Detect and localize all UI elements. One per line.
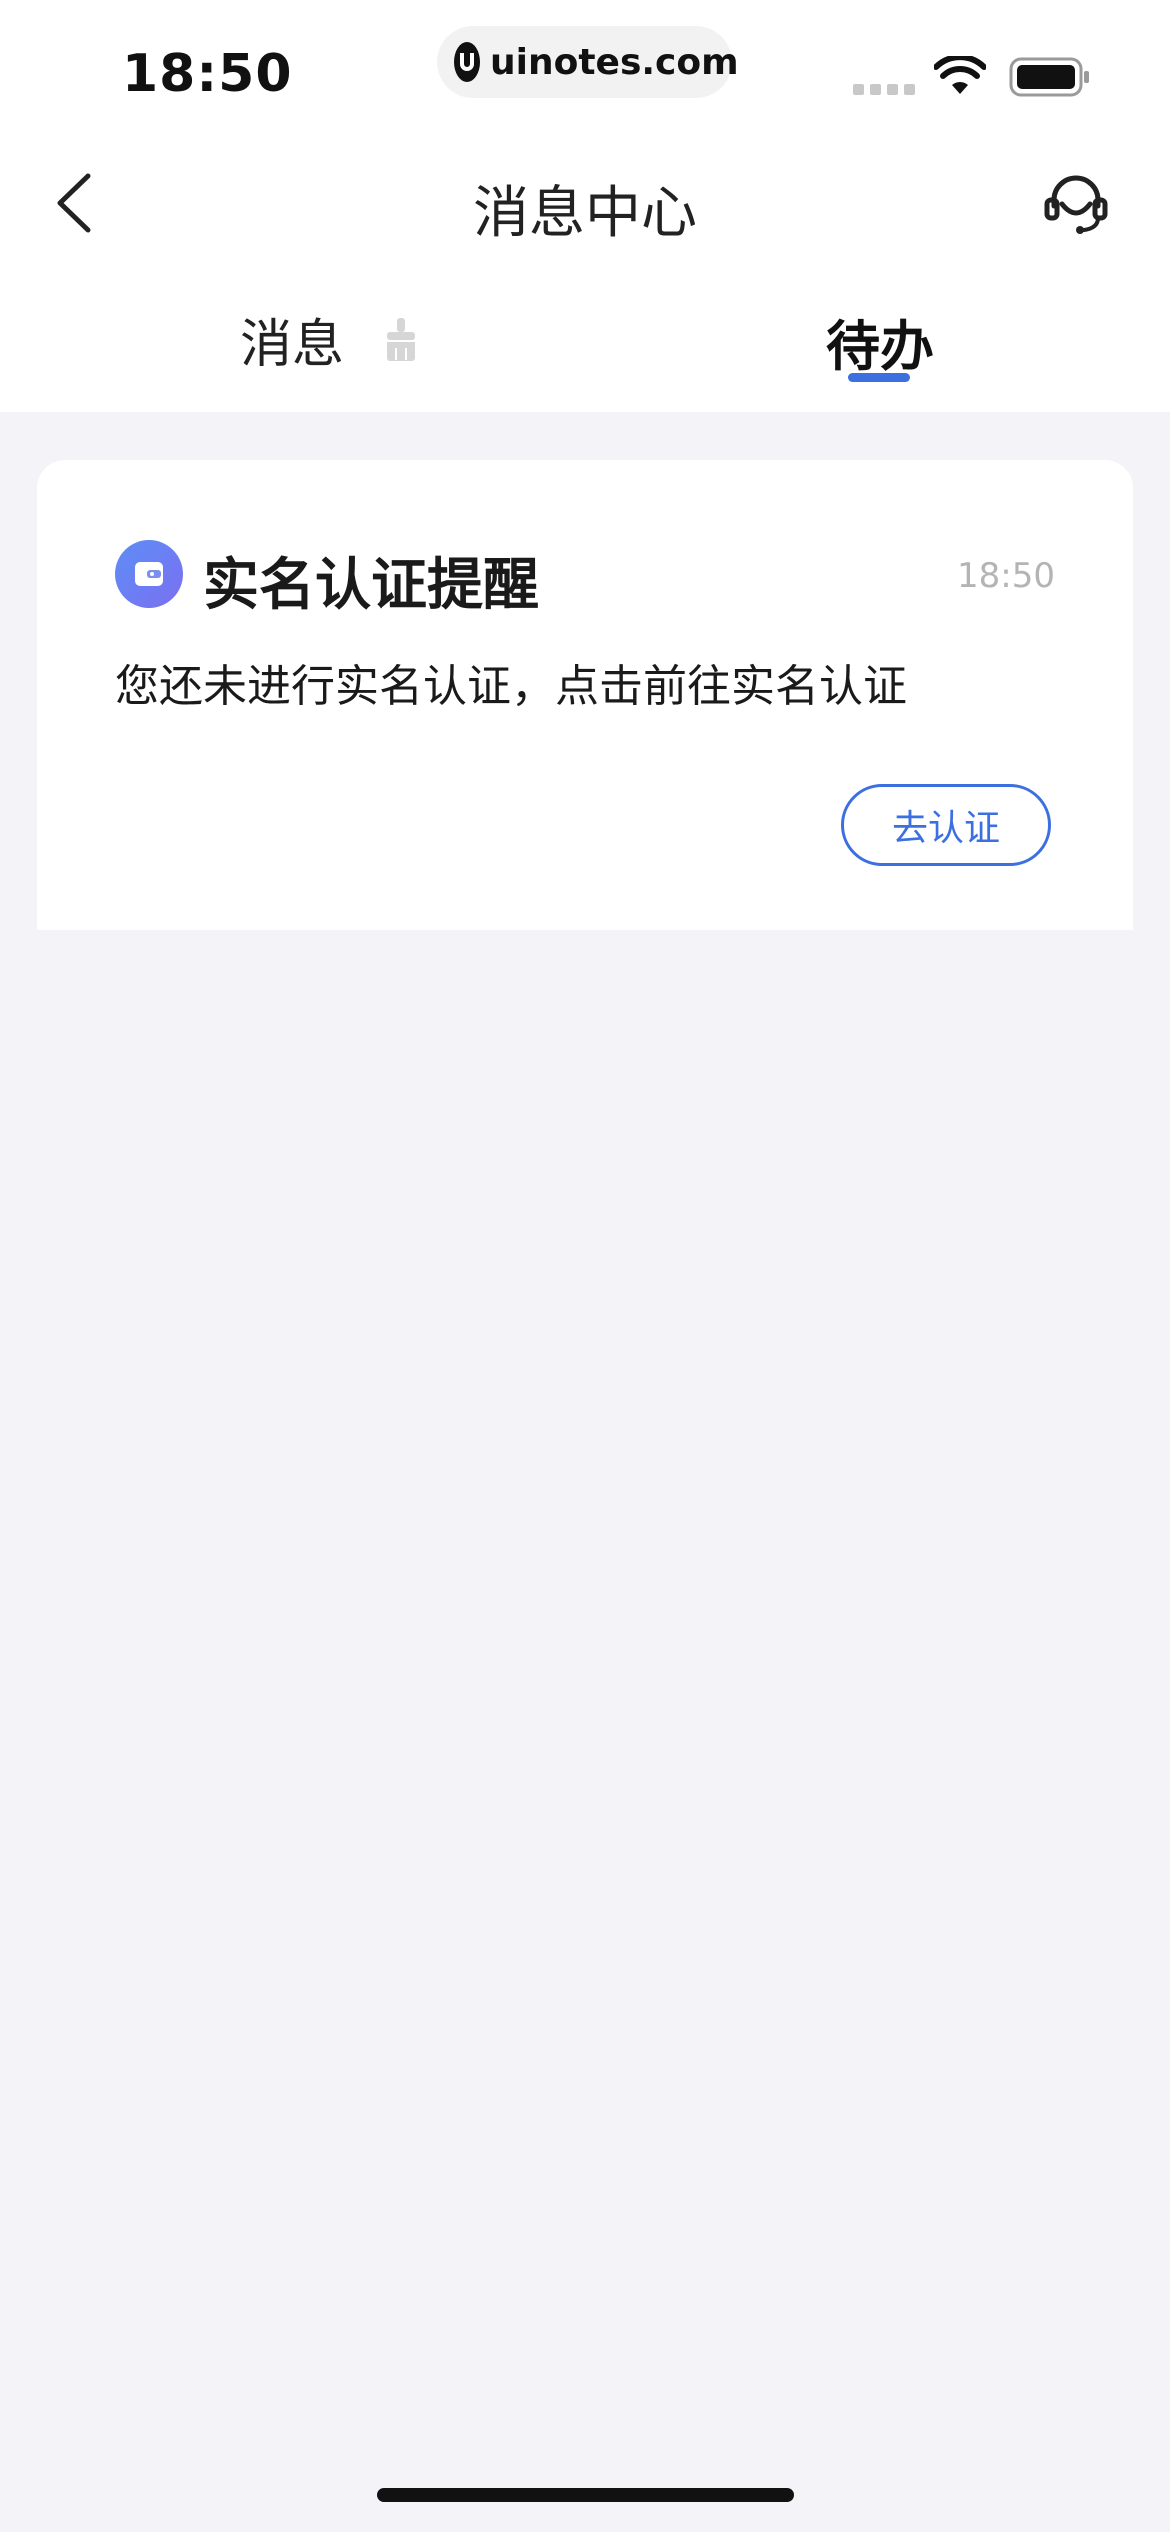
url-text: uinotes.com	[490, 41, 739, 83]
card-description: 您还未进行实名认证，点击前往实名认证	[115, 661, 907, 712]
card-timestamp: 18:50	[957, 556, 1055, 596]
site-logo-icon	[454, 42, 480, 82]
url-pill[interactable]: uinotes.com	[437, 26, 739, 98]
wallet-icon	[115, 540, 183, 608]
headset-icon[interactable]	[1042, 170, 1110, 238]
wifi-icon	[934, 56, 986, 94]
tab-todo[interactable]: 待办	[826, 302, 934, 381]
home-indicator	[377, 2488, 794, 2502]
todo-card[interactable]: 实名认证提醒 18:50 您还未进行实名认证，点击前往实名认证 去认证	[37, 460, 1133, 930]
page-title: 消息中心	[473, 181, 697, 246]
tab-messages[interactable]: 消息	[240, 302, 344, 377]
card-title: 实名认证提醒	[203, 553, 539, 618]
status-time: 18:50	[122, 44, 293, 104]
active-tab-indicator	[848, 373, 910, 382]
cellular-signal-icon	[853, 84, 915, 95]
verify-button[interactable]: 去认证	[841, 784, 1051, 866]
broom-icon[interactable]	[384, 316, 418, 362]
battery-icon	[1009, 57, 1089, 97]
